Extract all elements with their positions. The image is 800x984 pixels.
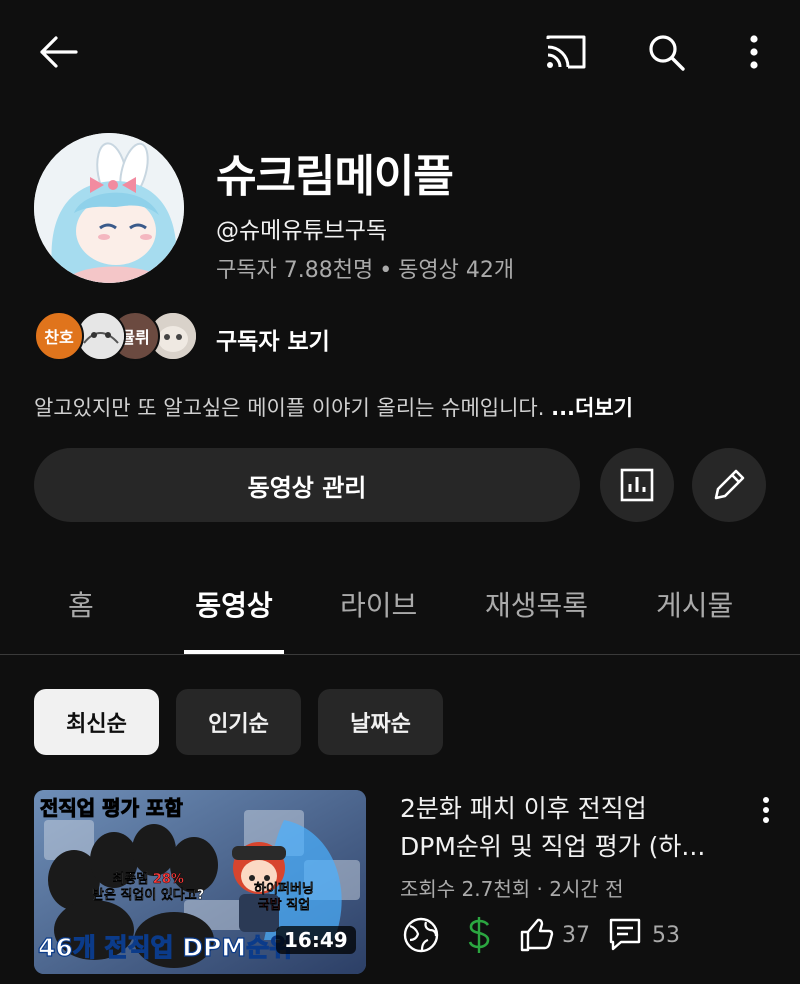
channel-name: 슈크림메이플 (216, 151, 454, 202)
video-views: 조회수 2.7천회 (400, 877, 531, 901)
likes[interactable]: 37 (518, 914, 590, 956)
description-text: 알고있지만 또 알고싶은 메이플 이야기 올리는 슈메입니다. (34, 396, 552, 420)
thumbnail-top-text: 전직업 평가 포함 (40, 796, 184, 821)
meta-separator: · (536, 877, 543, 901)
description-more-link[interactable]: ...더보기 (551, 396, 633, 420)
video-meta: 조회수 2.7천회 · 2시간 전 (400, 873, 624, 902)
video-title-line: DPM순위 및 직업 평가 (하... (400, 832, 706, 861)
comments[interactable]: 53 (608, 914, 680, 956)
thumbnail-mid-text: 최종뎀 28% 받은 직업이 있다고? (92, 872, 205, 903)
tab-playlists[interactable]: 재생목록 (485, 584, 588, 624)
analytics-icon (620, 468, 654, 502)
subscriber-avatar-label: 찬호 (44, 328, 74, 347)
comment-icon (609, 918, 641, 951)
video-age: 2시간 전 (549, 877, 624, 901)
dollar-icon (462, 914, 496, 956)
channel-handle: @슈메유튜브구독 (216, 218, 388, 244)
thumbnail-right-text: 하이퍼버닝 국밥 직업 (254, 882, 314, 913)
search-icon[interactable] (636, 24, 696, 80)
edit-button[interactable] (692, 448, 766, 522)
edit-pencil-icon (714, 469, 745, 500)
subscriber-avatar: 찬호 (34, 311, 84, 361)
subscriber-count: 구독자 7.88천명 (216, 258, 374, 283)
channel-stats: 구독자 7.88천명 • 동영상 42개 (216, 252, 514, 284)
channel-avatar[interactable] (34, 133, 184, 283)
video-duration-badge: 16:49 (276, 926, 356, 954)
more-vert-icon[interactable] (724, 24, 784, 80)
tab-videos[interactable]: 동영상 (184, 584, 284, 624)
manage-videos-button[interactable]: 동영상 관리 (34, 448, 580, 522)
tab-live[interactable]: 라이브 (340, 584, 417, 624)
video-count: 동영상 42개 (398, 258, 515, 283)
comment-count: 53 (652, 922, 680, 948)
tab-home[interactable]: 홈 (68, 584, 94, 624)
video-title-line: 2분화 패치 이후 전직업 (400, 794, 647, 823)
globe-icon (400, 914, 442, 956)
tab-divider (0, 654, 800, 655)
video-more-vert-icon[interactable] (744, 790, 788, 830)
chip-date[interactable]: 날짜순 (318, 689, 443, 755)
thumbs-up-icon (520, 918, 554, 952)
cast-icon[interactable] (536, 24, 596, 80)
analytics-button[interactable] (600, 448, 674, 522)
chip-popular[interactable]: 인기순 (176, 689, 301, 755)
view-subscribers-link[interactable]: 구독자 보기 (216, 322, 330, 356)
back-arrow-icon[interactable] (28, 24, 88, 80)
video-title[interactable]: 2분화 패치 이후 전직업 DPM순위 및 직업 평가 (하... (400, 790, 730, 866)
tab-posts[interactable]: 게시물 (656, 584, 733, 624)
channel-description[interactable]: 알고있지만 또 알고싶은 메이플 이야기 올리는 슈메입니다. ...더보기 (34, 392, 633, 422)
thumbnail-bottom-text: 46개 전직업 DPM순위 (37, 932, 293, 962)
like-count: 37 (562, 922, 590, 948)
stats-separator: • (379, 258, 393, 283)
chip-latest[interactable]: 최신순 (34, 689, 159, 755)
